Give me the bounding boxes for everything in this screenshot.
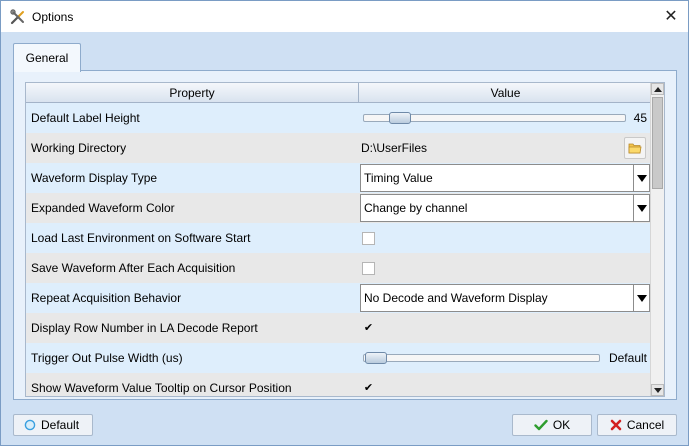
repeat-acquisition-select[interactable]: No Decode and Waveform Display <box>360 284 650 312</box>
property-label: Expanded Waveform Color <box>26 193 359 223</box>
value-cell: D:\UserFiles <box>359 133 652 163</box>
general-tab-panel: Property Value Default Label Height 45 W… <box>13 70 677 400</box>
vertical-scrollbar[interactable] <box>650 83 664 396</box>
value-column-header[interactable]: Value <box>359 83 652 103</box>
row-load-last-environment: Load Last Environment on Software Start <box>26 223 652 253</box>
window-title: Options <box>32 9 74 24</box>
checkmark-icon <box>534 419 548 431</box>
label-height-slider[interactable]: 45 <box>361 103 651 133</box>
property-label: Show Waveform Value Tooltip on Cursor Po… <box>26 373 359 396</box>
property-label: Save Waveform After Each Acquisition <box>26 253 359 283</box>
value-cell: 45 <box>359 103 652 133</box>
selected-value: Timing Value <box>364 171 433 185</box>
scroll-up-icon[interactable] <box>651 83 664 95</box>
row-show-waveform-tooltip: Show Waveform Value Tooltip on Cursor Po… <box>26 373 652 396</box>
property-label: Load Last Environment on Software Start <box>26 223 359 253</box>
property-label: Display Row Number in LA Decode Report <box>26 313 359 343</box>
title-bar: Options ✕ <box>1 1 688 32</box>
slider-thumb[interactable] <box>365 352 387 364</box>
load-last-environment-checkbox[interactable] <box>362 231 375 245</box>
slider-track[interactable] <box>363 354 600 362</box>
property-label: Repeat Acquisition Behavior <box>26 283 359 313</box>
value-cell <box>359 253 652 283</box>
row-expanded-waveform-color: Expanded Waveform Color Change by channe… <box>26 193 652 223</box>
row-trigger-out-pulse-width: Trigger Out Pulse Width (us) Default <box>26 343 652 373</box>
scroll-down-icon[interactable] <box>651 384 664 396</box>
slider-value: Default <box>608 351 647 365</box>
ok-button-label: OK <box>552 418 571 432</box>
scrollbar-thumb[interactable] <box>652 97 663 189</box>
close-icon[interactable]: ✕ <box>660 5 682 27</box>
tab-general[interactable]: General <box>13 43 81 72</box>
value-cell <box>359 223 652 253</box>
reset-circle-icon <box>24 419 36 431</box>
show-tooltip-checkbox[interactable]: ✔ <box>362 382 375 395</box>
chevron-down-icon[interactable] <box>633 285 649 311</box>
property-rows: Default Label Height 45 Working Director… <box>26 103 652 396</box>
folder-browse-icon[interactable] <box>624 137 646 159</box>
default-button-label: Default <box>41 418 80 432</box>
cancel-button[interactable]: Cancel <box>597 414 677 436</box>
options-window: Options ✕ General Property Value Default… <box>0 0 689 446</box>
value-cell: ✔ <box>359 313 652 343</box>
property-label: Trigger Out Pulse Width (us) <box>26 343 359 373</box>
selected-value: No Decode and Waveform Display <box>364 291 548 305</box>
ok-button[interactable]: OK <box>512 414 592 436</box>
waveform-display-type-select[interactable]: Timing Value <box>360 164 650 192</box>
slider-value: 45 <box>633 111 647 125</box>
slider-thumb[interactable] <box>389 112 411 124</box>
row-waveform-display-type: Waveform Display Type Timing Value <box>26 163 652 193</box>
row-working-directory: Working Directory D:\UserFiles <box>26 133 652 163</box>
row-display-row-number: Display Row Number in LA Decode Report ✔ <box>26 313 652 343</box>
value-cell: ✔ <box>359 373 652 396</box>
property-label: Default Label Height <box>26 103 359 133</box>
row-default-label-height: Default Label Height 45 <box>26 103 652 133</box>
cancel-button-label: Cancel <box>626 418 665 432</box>
working-directory-value[interactable]: D:\UserFiles <box>361 141 427 155</box>
value-cell: No Decode and Waveform Display <box>359 283 652 313</box>
red-x-icon <box>610 419 622 431</box>
property-column-header[interactable]: Property <box>26 83 359 103</box>
row-save-waveform: Save Waveform After Each Acquisition <box>26 253 652 283</box>
pulse-width-slider[interactable]: Default <box>361 343 651 373</box>
value-cell: Change by channel <box>359 193 652 223</box>
chevron-down-icon[interactable] <box>633 165 649 191</box>
chevron-down-icon[interactable] <box>633 195 649 221</box>
value-cell: Timing Value <box>359 163 652 193</box>
selected-value: Change by channel <box>364 201 468 215</box>
row-repeat-acquisition-behavior: Repeat Acquisition Behavior No Decode an… <box>26 283 652 313</box>
save-waveform-checkbox[interactable] <box>362 261 375 275</box>
tools-icon <box>10 8 26 25</box>
grid-header: Property Value <box>26 83 652 103</box>
value-cell: Default <box>359 343 652 373</box>
expanded-waveform-color-select[interactable]: Change by channel <box>360 194 650 222</box>
property-grid: Property Value Default Label Height 45 W… <box>25 82 665 397</box>
property-label: Waveform Display Type <box>26 163 359 193</box>
display-row-number-checkbox[interactable]: ✔ <box>362 322 375 335</box>
default-button[interactable]: Default <box>13 414 93 436</box>
property-label: Working Directory <box>26 133 359 163</box>
